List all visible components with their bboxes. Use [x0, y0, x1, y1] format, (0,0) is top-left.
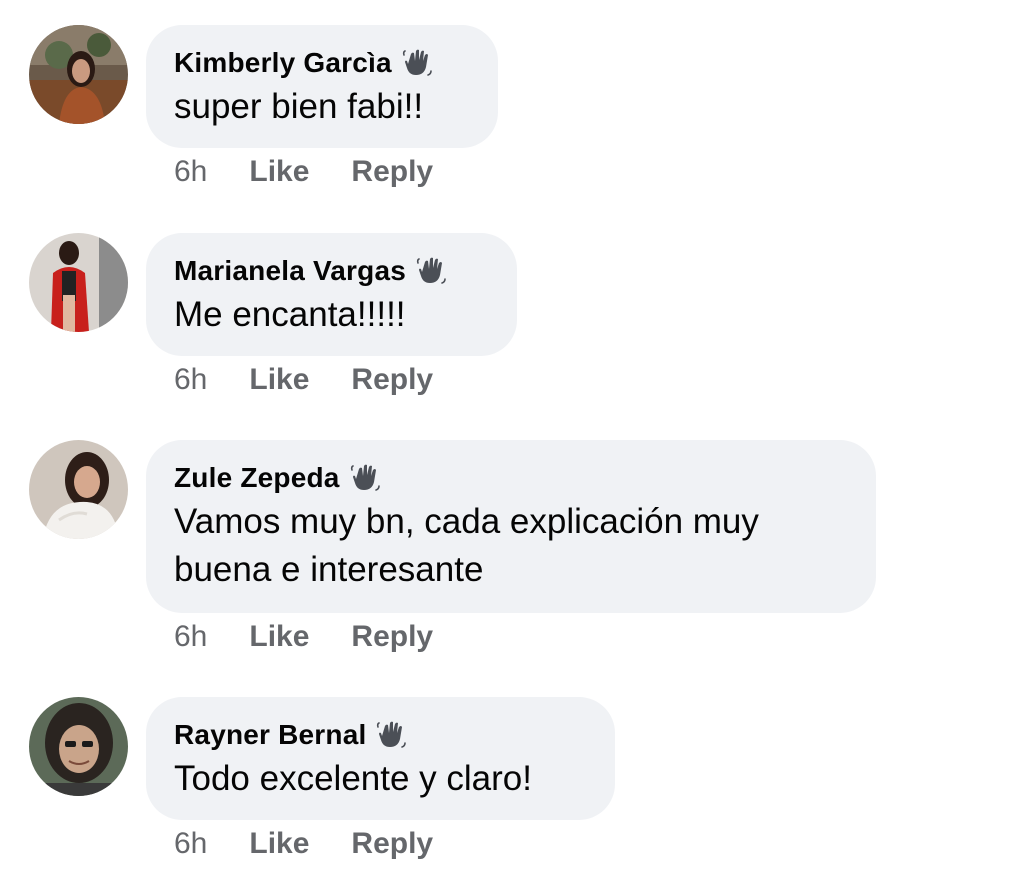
like-button[interactable]: Like	[249, 363, 309, 397]
like-button[interactable]: Like	[249, 827, 309, 861]
avatar[interactable]	[29, 440, 128, 539]
avatar-image	[29, 25, 128, 124]
timestamp[interactable]: 6h	[174, 620, 207, 654]
reply-button[interactable]: Reply	[351, 155, 433, 189]
avatar-image	[29, 233, 128, 332]
comment-bubble: Kimberly Garcìa super bien fabi!!	[146, 25, 498, 148]
comment-bubble: Zule Zepeda Vamos muy bn, cada explicaci…	[146, 440, 876, 613]
waving-hand-icon	[402, 48, 432, 78]
like-button[interactable]: Like	[249, 620, 309, 654]
timestamp[interactable]: 6h	[174, 827, 207, 861]
avatar[interactable]	[29, 697, 128, 796]
author-name[interactable]: Kimberly Garcìa	[174, 47, 392, 79]
comment-text: super bien fabi!!	[174, 87, 424, 126]
like-button[interactable]: Like	[249, 155, 309, 189]
timestamp[interactable]: 6h	[174, 155, 207, 189]
waving-hand-icon	[416, 256, 446, 286]
comment-bubble: Rayner Bernal Todo excelente y claro!	[146, 697, 615, 820]
author-name[interactable]: Zule Zepeda	[174, 462, 340, 494]
avatar[interactable]	[29, 233, 128, 332]
avatar-image	[29, 440, 128, 539]
timestamp[interactable]: 6h	[174, 363, 207, 397]
author-name[interactable]: Marianela Vargas	[174, 255, 406, 287]
author-name[interactable]: Rayner Bernal	[174, 719, 366, 751]
avatar[interactable]	[29, 25, 128, 124]
comment-bubble: Marianela Vargas Me encanta!!!!!	[146, 233, 517, 356]
avatar-image	[29, 697, 128, 796]
comment-actions: 6h Like Reply	[174, 620, 433, 654]
comment-actions: 6h Like Reply	[174, 363, 433, 397]
comment-text: Todo excelente y claro!	[174, 759, 532, 798]
waving-hand-icon	[376, 720, 407, 750]
comment-actions: 6h Like Reply	[174, 155, 433, 189]
reply-button[interactable]: Reply	[351, 827, 433, 861]
reply-button[interactable]: Reply	[351, 363, 433, 397]
reply-button[interactable]: Reply	[351, 620, 433, 654]
comment-actions: 6h Like Reply	[174, 827, 433, 861]
waving-hand-icon	[350, 463, 380, 493]
comment-text: Vamos muy bn, cada explicación muy buena…	[174, 502, 759, 589]
comment-text: Me encanta!!!!!	[174, 295, 406, 334]
